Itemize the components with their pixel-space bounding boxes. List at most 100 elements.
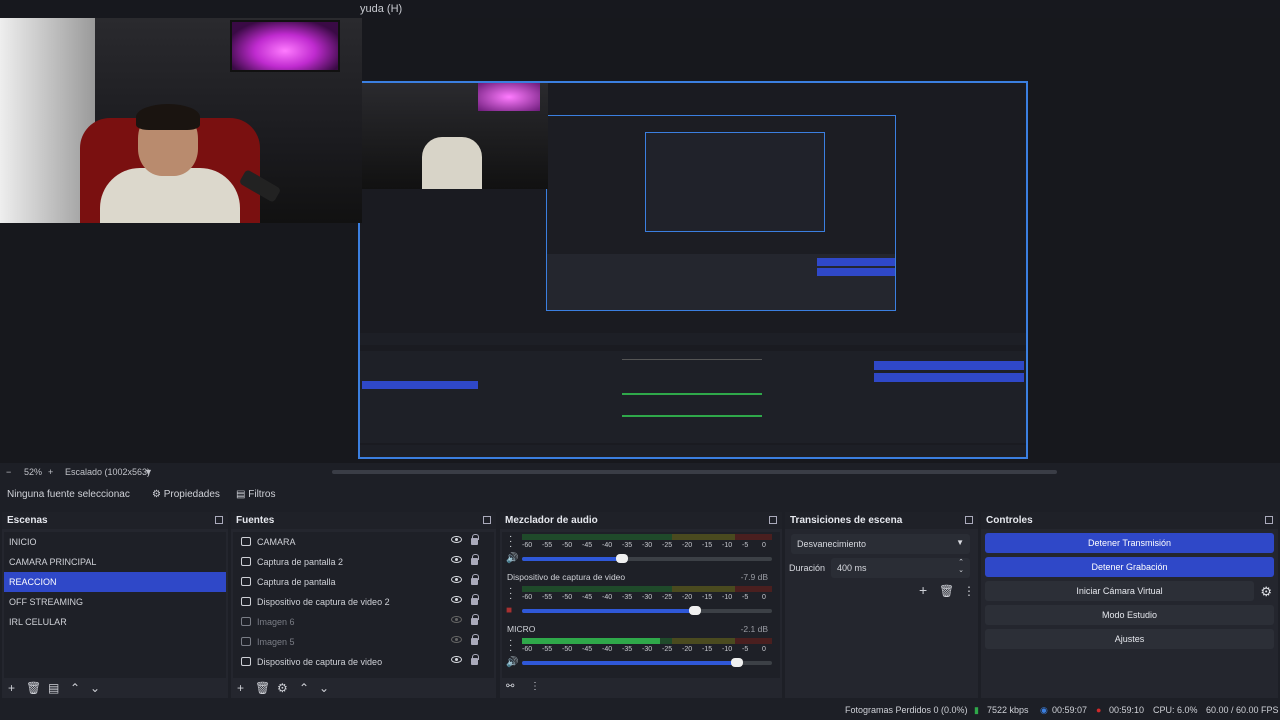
scale-dropdown-icon[interactable]: ▼ bbox=[144, 467, 153, 477]
lock-icon[interactable] bbox=[471, 554, 479, 565]
scale-tick: -40 bbox=[602, 542, 613, 549]
speaker-icon[interactable]: 🔊 bbox=[506, 657, 518, 668]
eye-off-icon[interactable] bbox=[451, 616, 462, 623]
lock-icon[interactable] bbox=[471, 654, 479, 665]
add-scene-button[interactable]: + bbox=[8, 681, 15, 695]
slider-knob[interactable] bbox=[688, 606, 701, 615]
scale-tick: -5 bbox=[742, 542, 749, 549]
volume-slider[interactable] bbox=[522, 554, 772, 563]
volume-meter bbox=[522, 534, 772, 540]
eye-icon[interactable] bbox=[451, 656, 462, 663]
mixer-link-icon[interactable]: ⚯ bbox=[506, 681, 514, 692]
scale-tick: -15 bbox=[702, 594, 713, 601]
channel-menu-icon[interactable]: · · · bbox=[509, 584, 512, 604]
delete-transition-icon[interactable]: 🗑 bbox=[939, 584, 954, 598]
transition-menu-icon[interactable]: ⋮ bbox=[963, 584, 975, 598]
scene-item[interactable]: REACCION bbox=[4, 572, 226, 592]
filters-button[interactable]: ▤ Filtros bbox=[236, 489, 275, 500]
sources-list[interactable]: CAMARA Captura de pantalla 2 Captura de pa… bbox=[233, 532, 494, 678]
scale-tick: -10 bbox=[722, 646, 733, 653]
undock-icon[interactable] bbox=[1265, 516, 1273, 524]
scene-item[interactable]: OFF STREAMING bbox=[4, 592, 226, 612]
add-source-button[interactable]: + bbox=[237, 681, 244, 695]
undock-icon[interactable] bbox=[769, 516, 777, 524]
zoom-in-button[interactable]: + bbox=[48, 467, 53, 477]
eye-icon[interactable] bbox=[451, 596, 462, 603]
source-item[interactable]: Dispositivo de captura de video bbox=[233, 652, 494, 672]
undock-icon[interactable] bbox=[965, 516, 973, 524]
source-label: Imagen 5 bbox=[257, 637, 295, 647]
transition-select[interactable]: Desvanecimiento ▼ bbox=[791, 534, 970, 554]
source-item[interactable]: Captura de pantalla bbox=[233, 572, 494, 592]
channel-menu-icon[interactable]: · · · bbox=[509, 636, 512, 656]
stepper-icon[interactable]: ⌃ ⌄ bbox=[958, 559, 964, 575]
studio-mode-button[interactable]: Modo Estudio bbox=[985, 605, 1274, 625]
stop-stream-button[interactable]: Detener Transmisión bbox=[985, 533, 1274, 553]
delete-scene-icon[interactable]: 🗑 bbox=[26, 681, 41, 695]
scene-item[interactable]: CAMARA PRINCIPAL bbox=[4, 552, 226, 572]
add-transition-button[interactable]: + bbox=[919, 582, 927, 598]
move-up-icon[interactable]: ⌃ bbox=[299, 681, 309, 695]
lock-icon[interactable] bbox=[471, 594, 479, 605]
horizontal-scrollbar[interactable] bbox=[332, 470, 1057, 474]
scene-item[interactable]: IRL CELULAR bbox=[4, 612, 226, 632]
stop-recording-button[interactable]: Detener Grabación bbox=[985, 557, 1274, 577]
duration-input[interactable]: 400 ms ⌃ ⌄ bbox=[831, 558, 970, 578]
lock-icon[interactable] bbox=[471, 574, 479, 585]
move-down-icon[interactable]: ⌄ bbox=[90, 681, 100, 695]
eye-off-icon[interactable] bbox=[451, 636, 462, 643]
source-item[interactable]: Imagen 6 bbox=[233, 612, 494, 632]
scale-tick: -20 bbox=[682, 542, 693, 549]
camera-source[interactable] bbox=[0, 18, 362, 223]
lock-icon[interactable] bbox=[471, 614, 479, 625]
start-virtual-camera-button[interactable]: Iniciar Cámara Virtual bbox=[985, 581, 1254, 601]
camera-icon bbox=[241, 657, 251, 666]
bitrate: 7522 kbps bbox=[987, 705, 1029, 715]
scene-preview-frame[interactable] bbox=[358, 81, 1028, 459]
source-item[interactable]: Dispositivo de captura de video 2 bbox=[233, 592, 494, 612]
source-gear-icon[interactable]: ⚙ bbox=[277, 681, 288, 695]
channel-db: -7.9 dB bbox=[740, 572, 768, 582]
virtual-camera-settings-icon[interactable]: ⚙ bbox=[1260, 584, 1272, 600]
volume-slider[interactable] bbox=[522, 658, 772, 667]
lock-icon[interactable] bbox=[471, 534, 479, 545]
speaker-icon[interactable]: 🔊 bbox=[506, 553, 518, 564]
properties-button[interactable]: ⚙ Propiedades bbox=[152, 489, 220, 500]
slider-knob[interactable] bbox=[616, 554, 628, 563]
eye-icon[interactable] bbox=[451, 556, 462, 563]
undock-icon[interactable] bbox=[215, 516, 223, 524]
scale-tick: -50 bbox=[562, 594, 573, 601]
source-item[interactable]: Imagen 5 bbox=[233, 632, 494, 652]
source-item[interactable]: CAMARA bbox=[233, 532, 494, 552]
mixer-menu-icon[interactable]: ⋮ bbox=[530, 681, 540, 692]
scale-tick: 0 bbox=[762, 542, 766, 549]
lock-icon[interactable] bbox=[471, 634, 479, 645]
settings-button[interactable]: Ajustes bbox=[985, 629, 1274, 649]
source-item[interactable]: Captura de pantalla 2 bbox=[233, 552, 494, 572]
scale-tick: -15 bbox=[702, 542, 713, 549]
menu-help[interactable]: yuda (H) bbox=[360, 3, 402, 15]
move-down-icon[interactable]: ⌄ bbox=[319, 681, 329, 695]
scenes-list[interactable]: INICIO CAMARA PRINCIPAL REACCION OFF STREAM… bbox=[4, 532, 226, 678]
slider-knob[interactable] bbox=[731, 658, 743, 667]
scale-tick: -60 bbox=[522, 542, 533, 549]
no-source-label: Ninguna fuente seleccionac bbox=[7, 489, 130, 500]
delete-source-icon[interactable]: 🗑 bbox=[255, 681, 270, 695]
move-up-icon[interactable]: ⌃ bbox=[70, 681, 80, 695]
preview-canvas[interactable] bbox=[0, 18, 1280, 463]
scale-tick: -25 bbox=[662, 542, 673, 549]
scene-item[interactable]: INICIO bbox=[4, 532, 226, 552]
volume-slider[interactable] bbox=[522, 606, 772, 615]
undock-icon[interactable] bbox=[483, 516, 491, 524]
controls-title: Controles bbox=[981, 512, 1278, 529]
eye-icon[interactable] bbox=[451, 576, 462, 583]
muted-speaker-icon[interactable]: ■ bbox=[506, 605, 516, 616]
eye-icon[interactable] bbox=[451, 536, 462, 543]
scale-tick: -45 bbox=[582, 542, 593, 549]
scene-filter-icon[interactable]: ▤ bbox=[48, 681, 59, 695]
nested-camera bbox=[360, 83, 548, 189]
transitions-title: Transiciones de escena bbox=[785, 512, 978, 529]
zoom-out-button[interactable]: − bbox=[6, 467, 11, 477]
scale-tick: -30 bbox=[642, 542, 653, 549]
channel-menu-icon[interactable]: · · · bbox=[509, 532, 512, 552]
